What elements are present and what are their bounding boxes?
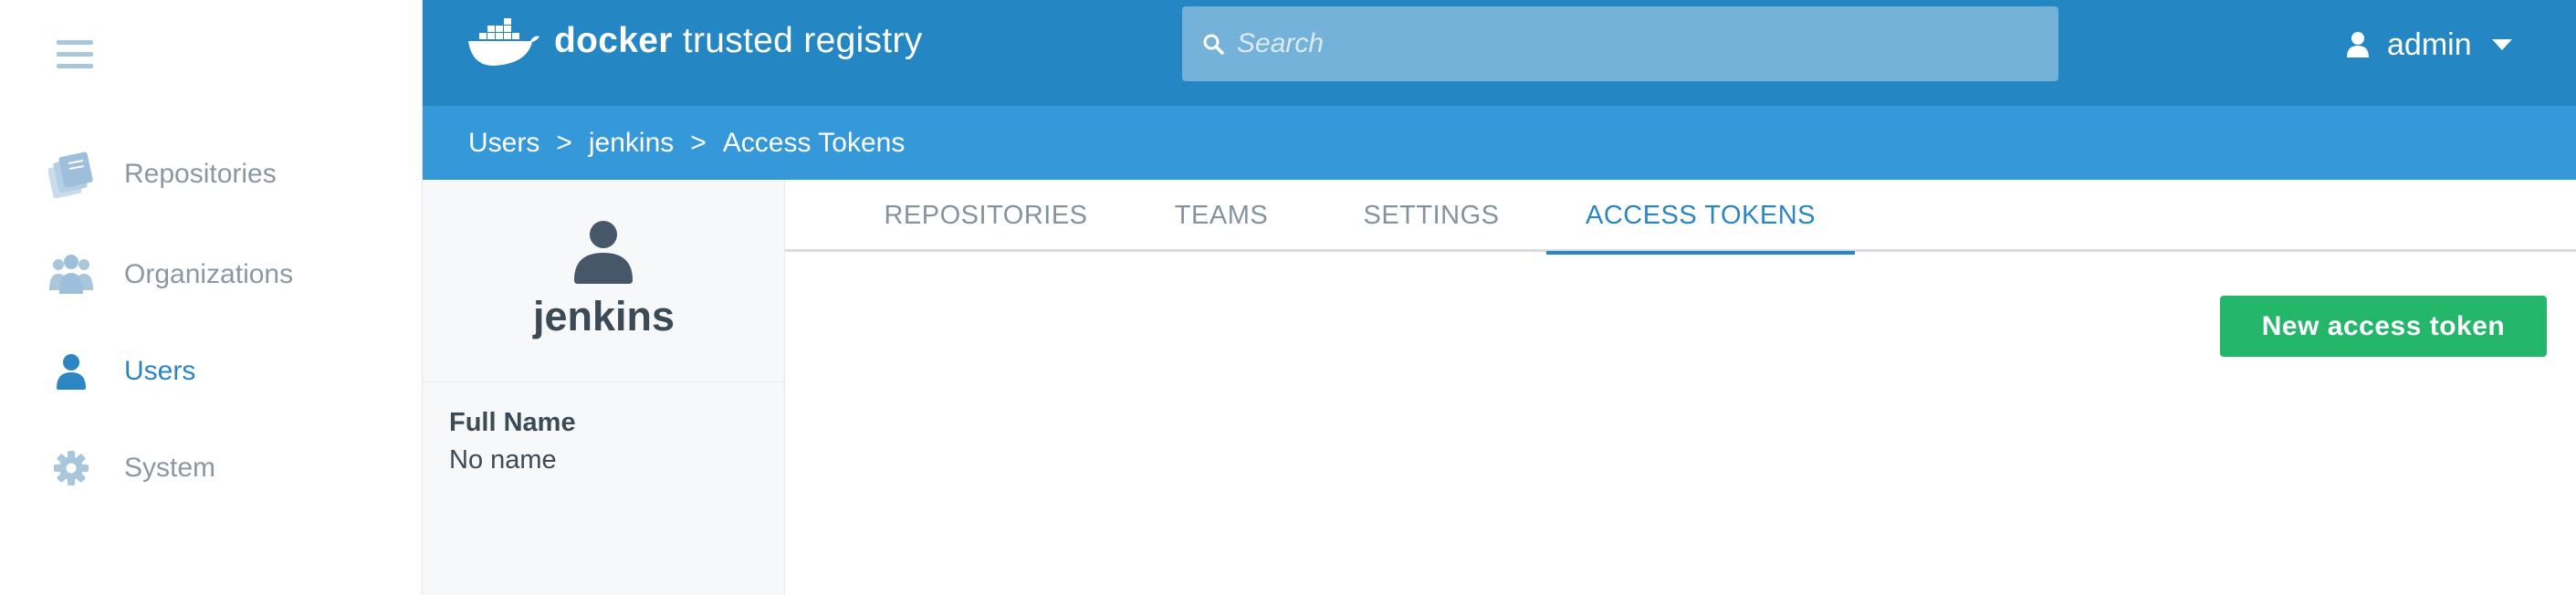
- organizations-icon: [47, 251, 95, 298]
- user-profile-panel: jenkins Full Name No name: [423, 180, 785, 595]
- full-name-label: Full Name: [449, 408, 576, 437]
- sidebar-item-users[interactable]: Users: [47, 344, 413, 399]
- sidebar-item-repositories[interactable]: Repositories: [47, 147, 413, 202]
- breadcrumb: Users > jenkins > Access Tokens: [423, 106, 2576, 180]
- sidebar-item-organizations[interactable]: Organizations: [47, 247, 413, 302]
- sidebar: Repositories Organizations Users System: [0, 0, 423, 595]
- user-icon: [47, 348, 95, 395]
- user-menu-name: admin: [2387, 26, 2472, 62]
- repositories-icon: [47, 151, 95, 198]
- logo-product: trusted registry: [672, 21, 923, 60]
- search-icon: [1203, 34, 1224, 55]
- avatar: [574, 221, 633, 284]
- sidebar-item-label: Users: [124, 356, 196, 386]
- search-input[interactable]: [1237, 28, 2040, 59]
- user-icon: [2347, 32, 2369, 57]
- breadcrumb-separator: >: [556, 127, 572, 158]
- top-header: docker trusted registry admin: [423, 0, 2576, 106]
- docker-whale-icon: [468, 18, 539, 66]
- gear-icon: [47, 444, 95, 492]
- tab-bar: REPOSITORIES TEAMS SETTINGS ACCESS TOKEN…: [785, 180, 2576, 255]
- sidebar-item-label: System: [124, 453, 216, 483]
- logo-brand: docker: [554, 21, 673, 60]
- sidebar-item-system[interactable]: System: [47, 441, 413, 496]
- breadcrumb-separator: >: [690, 127, 707, 158]
- user-menu[interactable]: admin: [2347, 22, 2512, 68]
- full-name-value: No name: [449, 445, 557, 475]
- profile-username: jenkins: [532, 293, 675, 339]
- docker-logo[interactable]: docker trusted registry: [466, 13, 923, 69]
- chevron-down-icon: [2491, 39, 2512, 50]
- menu-toggle-icon[interactable]: [57, 40, 93, 71]
- breadcrumb-access-tokens[interactable]: Access Tokens: [723, 128, 906, 159]
- divider: [423, 381, 785, 382]
- breadcrumb-users[interactable]: Users: [468, 128, 539, 159]
- sidebar-item-label: Organizations: [124, 259, 294, 289]
- tab-repositories[interactable]: REPOSITORIES: [876, 180, 1095, 252]
- tab-settings[interactable]: SETTINGS: [1349, 180, 1513, 252]
- sidebar-item-label: Repositories: [124, 159, 277, 189]
- search-box: [1182, 6, 2058, 81]
- tab-teams[interactable]: TEAMS: [1167, 180, 1276, 252]
- tab-access-tokens[interactable]: ACCESS TOKENS: [1546, 180, 1855, 255]
- new-access-token-button[interactable]: New access token: [2220, 296, 2547, 357]
- breadcrumb-jenkins[interactable]: jenkins: [589, 128, 674, 159]
